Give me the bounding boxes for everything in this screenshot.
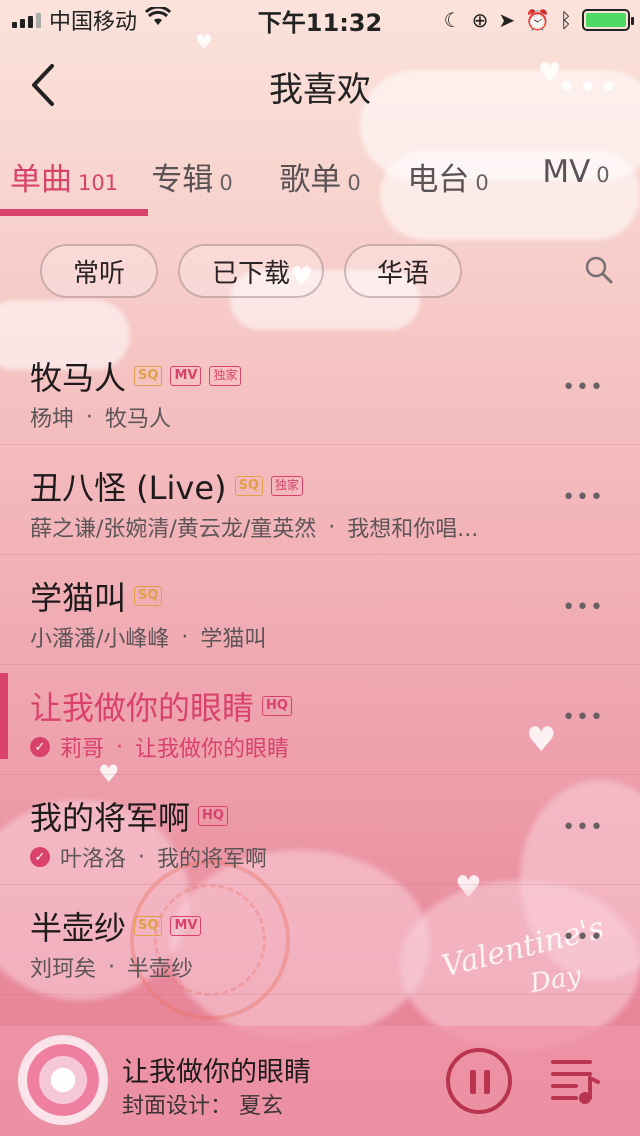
tab-albums[interactable]: 专辑 0 <box>128 140 256 206</box>
tab-count: 0 <box>219 171 233 195</box>
alarm-icon: ⏰ <box>525 8 550 32</box>
separator: · <box>116 734 124 760</box>
player-song-title: 让我做你的眼睛 <box>122 1057 311 1088</box>
song-title: 半壶纱 <box>30 909 127 947</box>
song-title: 我的将军啊 <box>30 799 191 837</box>
song-more-button[interactable]: ••• <box>562 595 604 620</box>
separator: · <box>108 954 116 980</box>
ellipsis-icon: ••• <box>562 705 604 730</box>
song-row[interactable]: 我的将军啊 HQ ✓ 叶洛洛 · 我的将军啊 ••• <box>0 775 640 885</box>
song-artist: 叶洛洛 <box>60 847 127 872</box>
tab-count: 0 <box>596 163 610 187</box>
song-album: 半壶纱 <box>127 957 194 982</box>
song-artist: 杨坤 <box>30 407 75 432</box>
ellipsis-icon: ••• <box>562 485 604 510</box>
tab-label: MV <box>542 154 591 190</box>
song-list: 牧马人 SQ MV 独家 杨坤 · 牧马人 ••• 丑八怪 (Live) SQ … <box>0 335 640 995</box>
song-album: 让我做你的眼睛 <box>135 737 290 762</box>
song-album: 我想和你唱... <box>347 517 479 542</box>
ellipsis-icon: ••• <box>562 375 604 400</box>
song-more-button[interactable]: ••• <box>562 485 604 510</box>
mini-player[interactable]: 让我做你的眼睛 封面设计： 夏玄 <box>0 1026 640 1136</box>
moon-icon: ☾ <box>443 8 462 32</box>
more-button[interactable]: ••• <box>557 68 620 106</box>
song-title: 牧马人 <box>30 359 127 397</box>
tab-count: 0 <box>347 171 361 195</box>
bluetooth-icon: ᛒ <box>560 8 572 32</box>
album-cover[interactable] <box>18 1035 108 1125</box>
battery-icon <box>582 9 634 31</box>
tab-indicator <box>0 209 148 216</box>
tab-singles[interactable]: 单曲 101 <box>0 140 128 206</box>
tab-count: 0 <box>475 171 489 195</box>
exclusive-badge: 独家 <box>209 366 242 386</box>
song-more-button[interactable]: ••• <box>562 925 604 950</box>
hq-badge: HQ <box>262 696 292 716</box>
song-album: 我的将军啊 <box>157 847 268 872</box>
song-more-button[interactable]: ••• <box>562 375 604 400</box>
rotation-lock-icon: ⊕ <box>471 8 489 32</box>
now-playing-indicator <box>0 673 8 759</box>
sq-badge: SQ <box>234 476 263 496</box>
search-icon <box>585 256 613 284</box>
mv-badge[interactable]: MV <box>170 916 202 936</box>
filter-chinese[interactable]: 华语 <box>344 244 462 298</box>
mv-badge[interactable]: MV <box>170 366 202 386</box>
separator: · <box>86 404 94 430</box>
status-bar: 中国移动 下午11:32 ☾ ⊕ ➤ ⏰ ᛒ <box>0 0 640 40</box>
song-album: 学猫叫 <box>200 627 267 652</box>
separator: · <box>328 514 336 540</box>
downloaded-icon: ✓ <box>30 847 50 867</box>
tab-mv[interactable]: MV 0 <box>512 140 640 206</box>
song-more-button[interactable]: ••• <box>562 815 604 840</box>
song-title: 丑八怪 (Live) <box>30 469 227 507</box>
song-artist: 薛之谦/张婉清/黄云龙/童英然 <box>30 517 317 542</box>
tab-label: 歌单 <box>279 162 342 198</box>
song-row[interactable]: 半壶纱 SQ MV 刘珂矣 · 半壶纱 ••• <box>0 885 640 995</box>
song-row-now-playing[interactable]: 让我做你的眼睛 HQ ✓ 莉哥 · 让我做你的眼睛 ••• <box>0 665 640 775</box>
tab-radio[interactable]: 电台 0 <box>384 140 512 206</box>
tab-playlists[interactable]: 歌单 0 <box>256 140 384 206</box>
nav-bar: 我喜欢 ••• <box>0 40 640 130</box>
song-artist: 刘珂矣 <box>30 957 97 982</box>
song-title: 学猫叫 <box>30 579 127 617</box>
ellipsis-icon: ••• <box>562 815 604 840</box>
search-button[interactable] <box>584 255 616 287</box>
ellipsis-icon: ••• <box>562 595 604 620</box>
tab-label: 单曲 <box>9 162 72 198</box>
song-album: 牧马人 <box>105 407 172 432</box>
filter-chips: 常听 已下载 华语 <box>40 244 462 298</box>
downloaded-icon: ✓ <box>30 737 50 757</box>
pause-button[interactable] <box>446 1048 512 1114</box>
sq-badge: SQ <box>134 366 163 386</box>
sq-badge: SQ <box>134 586 163 606</box>
tab-label: 专辑 <box>151 162 214 198</box>
filter-frequent[interactable]: 常听 <box>40 244 158 298</box>
ellipsis-icon: ••• <box>562 925 604 950</box>
tab-label: 电台 <box>407 162 470 198</box>
page-title: 我喜欢 <box>269 70 371 110</box>
song-row[interactable]: 学猫叫 SQ 小潘潘/小峰峰 · 学猫叫 ••• <box>0 555 640 665</box>
filter-downloaded[interactable]: 已下载 <box>178 244 324 298</box>
player-subtitle: 封面设计： 夏玄 <box>122 1094 283 1119</box>
exclusive-badge: 独家 <box>270 476 303 496</box>
song-title: 让我做你的眼睛 <box>30 689 255 727</box>
song-row[interactable]: 牧马人 SQ MV 独家 杨坤 · 牧马人 ••• <box>0 335 640 445</box>
playlist-icon <box>551 1060 600 1104</box>
song-more-button[interactable]: ••• <box>562 705 604 730</box>
tab-bar: 单曲 101 专辑 0 歌单 0 电台 0 MV 0 <box>0 140 640 220</box>
ellipsis-icon: ••• <box>557 68 620 106</box>
song-row[interactable]: 丑八怪 (Live) SQ 独家 薛之谦/张婉清/黄云龙/童英然 · 我想和你唱… <box>0 445 640 555</box>
sq-badge: SQ <box>134 916 163 936</box>
separator: · <box>138 844 146 870</box>
location-icon: ➤ <box>498 8 516 32</box>
separator: · <box>181 624 189 650</box>
tab-count: 101 <box>77 171 119 195</box>
playlist-button[interactable] <box>550 1056 602 1106</box>
hq-badge: HQ <box>198 806 228 826</box>
song-artist: 小潘潘/小峰峰 <box>30 627 170 652</box>
song-artist: 莉哥 <box>60 737 105 762</box>
